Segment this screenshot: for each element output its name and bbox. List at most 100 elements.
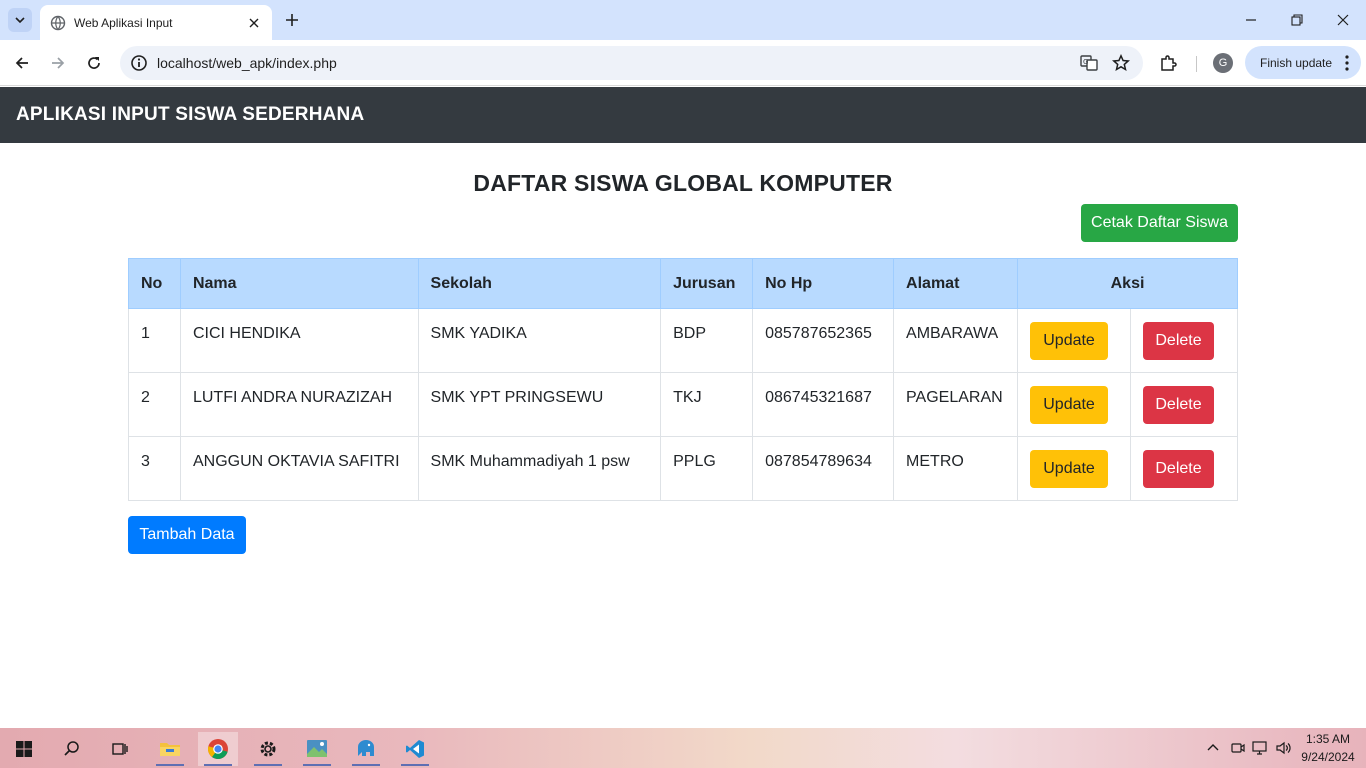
file-explorer-button[interactable] xyxy=(150,732,190,766)
update-button[interactable]: Update xyxy=(1030,386,1109,424)
browser-toolbar: localhost/web_apk/index.php G G Finish u… xyxy=(0,40,1366,86)
running-indicator xyxy=(401,764,429,766)
tab-title: Web Aplikasi Input xyxy=(74,15,173,30)
cell-alamat: AMBARAWA xyxy=(893,308,1019,373)
vscode-icon xyxy=(406,740,424,758)
cell-sekolah: SMK YADIKA xyxy=(417,308,662,373)
puzzle-icon xyxy=(1161,55,1177,71)
page-title: DAFTAR SISWA GLOBAL KOMPUTER xyxy=(473,170,893,196)
cell-delete: Delete xyxy=(1129,436,1239,501)
windows-icon xyxy=(16,741,32,757)
cell-jurusan: BDP xyxy=(660,308,754,373)
url-text[interactable]: localhost/web_apk/index.php xyxy=(157,55,1079,71)
student-table: No Nama Sekolah Jurusan No Hp Alamat Aks… xyxy=(128,258,1239,501)
cell-jurusan: TKJ xyxy=(660,372,754,437)
column-header-sekolah: Sekolah xyxy=(417,258,662,309)
extensions-button[interactable] xyxy=(1156,51,1180,75)
photos-taskbar-button[interactable] xyxy=(297,732,337,766)
cell-nohp: 087854789634 xyxy=(752,436,895,501)
column-header-aksi: Aksi xyxy=(1017,258,1238,309)
restore-button[interactable] xyxy=(1274,0,1320,40)
taskbar-search-button[interactable] xyxy=(52,732,92,766)
cell-nama: LUTFI ANDRA NURAZIZAH xyxy=(179,372,419,437)
translate-icon: G xyxy=(1080,55,1098,71)
network-button[interactable] xyxy=(1250,728,1270,768)
restore-icon xyxy=(1291,14,1303,26)
column-header-alamat: Alamat xyxy=(893,258,1019,309)
clock-date: 9/24/2024 xyxy=(1301,750,1355,764)
bookmark-button[interactable] xyxy=(1111,53,1131,73)
cell-nama: CICI HENDIKA xyxy=(179,308,419,373)
column-header-nohp: No Hp xyxy=(752,258,895,309)
new-tab-button[interactable] xyxy=(280,8,304,32)
column-header-nama: Nama xyxy=(179,258,419,309)
running-indicator xyxy=(352,764,380,766)
settings-taskbar-button[interactable] xyxy=(248,732,288,766)
camera-icon xyxy=(1231,743,1245,753)
table-row: 1 CICI HENDIKA SMK YADIKA BDP 0857876523… xyxy=(128,308,1239,373)
chrome-taskbar-button[interactable] xyxy=(198,732,238,766)
cell-nohp: 085787652365 xyxy=(752,308,895,373)
app-navbar: APLIKASI INPUT SISWA SEDERHANA xyxy=(0,87,1366,143)
toolbar-divider xyxy=(1196,56,1197,72)
arrow-left-icon xyxy=(15,57,28,69)
chevron-down-icon xyxy=(15,17,25,24)
globe-icon xyxy=(50,15,66,30)
update-button[interactable]: Update xyxy=(1030,450,1109,488)
navbar-brand[interactable]: APLIKASI INPUT SISWA SEDERHANA xyxy=(16,104,364,126)
database-app-taskbar-button[interactable] xyxy=(346,732,386,766)
minimize-icon xyxy=(1246,19,1256,21)
update-button[interactable]: Update xyxy=(1030,322,1109,360)
arrow-right-icon xyxy=(52,57,65,69)
minimize-button[interactable] xyxy=(1228,0,1274,40)
meet-now-button[interactable] xyxy=(1228,728,1248,768)
site-info-icon[interactable] xyxy=(129,53,149,73)
svg-text:G: G xyxy=(1083,58,1088,66)
reload-button[interactable] xyxy=(80,49,108,77)
translate-button[interactable]: G xyxy=(1079,53,1099,73)
delete-button[interactable]: Delete xyxy=(1142,322,1214,360)
window-close-button[interactable] xyxy=(1320,0,1366,40)
elephant-icon xyxy=(358,740,374,756)
chevron-up-icon xyxy=(1207,744,1219,751)
plus-icon xyxy=(286,14,298,26)
running-indicator xyxy=(303,764,331,766)
tab-search-button[interactable] xyxy=(8,8,32,32)
forward-button[interactable] xyxy=(44,49,72,77)
cell-alamat: METRO xyxy=(893,436,1019,501)
star-icon xyxy=(1112,54,1130,72)
finish-update-button[interactable]: Finish update xyxy=(1245,46,1361,79)
add-data-button[interactable]: Tambah Data xyxy=(128,516,246,554)
address-bar[interactable]: localhost/web_apk/index.php G xyxy=(120,46,1143,80)
cell-nohp: 086745321687 xyxy=(752,372,895,437)
table-header-row: No Nama Sekolah Jurusan No Hp Alamat Aks… xyxy=(128,258,1238,309)
taskbar-clock[interactable]: 1:35 AM 9/24/2024 xyxy=(1296,730,1360,766)
browser-tab[interactable]: Web Aplikasi Input xyxy=(40,5,272,40)
print-list-button[interactable]: Cetak Daftar Siswa xyxy=(1081,204,1238,242)
tab-close-button[interactable] xyxy=(246,15,262,31)
task-view-button[interactable] xyxy=(100,732,140,766)
delete-button[interactable]: Delete xyxy=(1142,450,1214,488)
close-icon xyxy=(1337,14,1349,26)
back-button[interactable] xyxy=(8,49,36,77)
volume-button[interactable] xyxy=(1274,728,1294,768)
cell-alamat: PAGELARAN xyxy=(893,372,1019,437)
cell-no: 3 xyxy=(128,436,181,501)
network-icon xyxy=(1252,741,1267,755)
running-indicator xyxy=(156,764,184,766)
delete-button[interactable]: Delete xyxy=(1142,386,1214,424)
vscode-taskbar-button[interactable] xyxy=(395,732,435,766)
clock-time: 1:35 AM xyxy=(1305,732,1351,746)
gear-icon xyxy=(260,741,276,757)
cell-jurusan: PPLG xyxy=(660,436,754,501)
folder-icon xyxy=(160,743,180,756)
profile-avatar[interactable]: G xyxy=(1213,53,1233,73)
reload-icon xyxy=(88,57,100,69)
cell-no: 2 xyxy=(128,372,181,437)
tray-overflow-button[interactable] xyxy=(1202,728,1224,768)
start-button[interactable] xyxy=(4,732,44,766)
column-header-jurusan: Jurusan xyxy=(660,258,754,309)
cell-no: 1 xyxy=(128,308,181,373)
chrome-icon xyxy=(208,739,228,759)
photos-icon xyxy=(307,740,327,757)
